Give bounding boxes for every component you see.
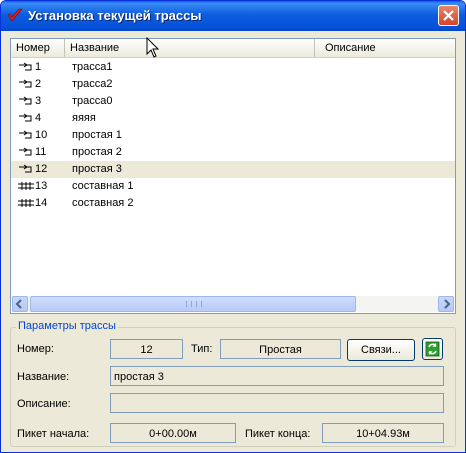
number-label: Номер: — [17, 343, 54, 355]
list-row[interactable]: 3 трасса0 — [11, 93, 455, 110]
list-rows: 1 трасса1 2 трасса2 3 трасса0 4 яяяя 10 простая 1… — [11, 59, 455, 212]
row-number: 13 — [35, 180, 48, 192]
row-number-cell: 11 — [18, 144, 46, 161]
row-name: трасса0 — [72, 95, 113, 107]
row-number-cell: 3 — [18, 93, 41, 110]
scroll-thumb[interactable] — [30, 296, 356, 312]
list-row[interactable]: 10 простая 1 — [11, 127, 455, 144]
row-number-cell: 4 — [18, 110, 41, 127]
list-row[interactable]: 11 простая 2 — [11, 144, 455, 161]
composite-route-icon — [18, 182, 34, 191]
dialog-window: Установка текущей трассы Номер Название … — [0, 0, 466, 453]
list-row[interactable]: 12 простая 3 — [11, 161, 455, 178]
description-field — [110, 393, 444, 413]
title-bar[interactable]: Установка текущей трассы — [1, 1, 465, 31]
row-number: 14 — [35, 197, 48, 209]
number-field: 12 — [110, 339, 183, 359]
description-label: Описание: — [17, 398, 71, 410]
group-title: Параметры трассы — [16, 320, 118, 332]
row-name: яяяя — [72, 112, 96, 124]
composite-route-icon — [18, 199, 34, 208]
simple-route-icon — [19, 62, 32, 71]
row-number: 2 — [35, 78, 42, 90]
simple-route-icon — [19, 96, 32, 105]
end-picket-label: Пикет конца: — [245, 428, 311, 440]
row-number: 11 — [35, 146, 47, 158]
mouse-cursor-icon — [146, 37, 160, 58]
checkmark-app-icon — [7, 8, 23, 22]
row-name: трасса1 — [72, 61, 113, 73]
type-label: Тип: — [191, 343, 213, 355]
start-picket-field: 0+00.00м — [110, 423, 236, 443]
row-number: 12 — [35, 163, 48, 175]
column-header-name[interactable]: Название — [65, 39, 315, 57]
window-title: Установка текущей трассы — [28, 8, 202, 23]
row-number-cell: 2 — [18, 76, 41, 93]
simple-route-icon — [19, 79, 32, 88]
close-icon — [443, 10, 454, 21]
row-name: составная 2 — [72, 197, 134, 209]
refresh-icon — [425, 341, 440, 357]
arrow-left-icon — [15, 299, 22, 309]
list-row[interactable]: 14 составная 2 — [11, 195, 455, 212]
name-label: Название: — [17, 371, 70, 383]
row-name: простая 2 — [72, 146, 122, 158]
row-number-cell: 10 — [18, 127, 47, 144]
end-picket-field: 10+04.93м — [322, 423, 444, 443]
column-header-description[interactable]: Описание — [315, 39, 455, 57]
simple-route-icon — [19, 164, 32, 173]
arrow-right-icon — [444, 299, 451, 309]
refresh-button[interactable] — [422, 338, 443, 360]
start-picket-label: Пикет начала: — [17, 428, 90, 440]
row-name: составная 1 — [72, 180, 134, 192]
row-number-cell: 14 — [18, 195, 47, 212]
list-row[interactable]: 2 трасса2 — [11, 76, 455, 93]
row-name: трасса2 — [72, 78, 113, 90]
list-row[interactable]: 4 яяяя — [11, 110, 455, 127]
scroll-left-button[interactable] — [12, 296, 28, 312]
scroll-right-button[interactable] — [438, 296, 454, 312]
routes-list[interactable]: Номер Название Описание 1 трасса1 2 трасса2… — [10, 38, 456, 314]
row-number-cell: 13 — [18, 178, 47, 195]
row-name: простая 3 — [72, 163, 122, 175]
simple-route-icon — [19, 130, 32, 139]
column-header-number[interactable]: Номер — [11, 39, 65, 57]
list-header: Номер Название Описание — [11, 39, 455, 58]
row-number-cell: 12 — [18, 161, 47, 178]
row-number: 3 — [35, 95, 42, 107]
list-row[interactable]: 1 трасса1 — [11, 59, 455, 76]
close-button[interactable] — [438, 5, 459, 26]
row-name: простая 1 — [72, 129, 122, 141]
type-field: Простая — [220, 339, 341, 359]
row-number-cell: 1 — [18, 59, 41, 76]
row-number: 10 — [35, 129, 48, 141]
row-number: 4 — [35, 112, 42, 124]
name-field: простая 3 — [110, 366, 444, 386]
horizontal-scrollbar[interactable] — [12, 296, 454, 312]
list-row[interactable]: 13 составная 1 — [11, 178, 455, 195]
row-number: 1 — [35, 61, 42, 73]
simple-route-icon — [19, 113, 32, 122]
links-button[interactable]: Связи... — [347, 339, 415, 361]
simple-route-icon — [19, 147, 32, 156]
